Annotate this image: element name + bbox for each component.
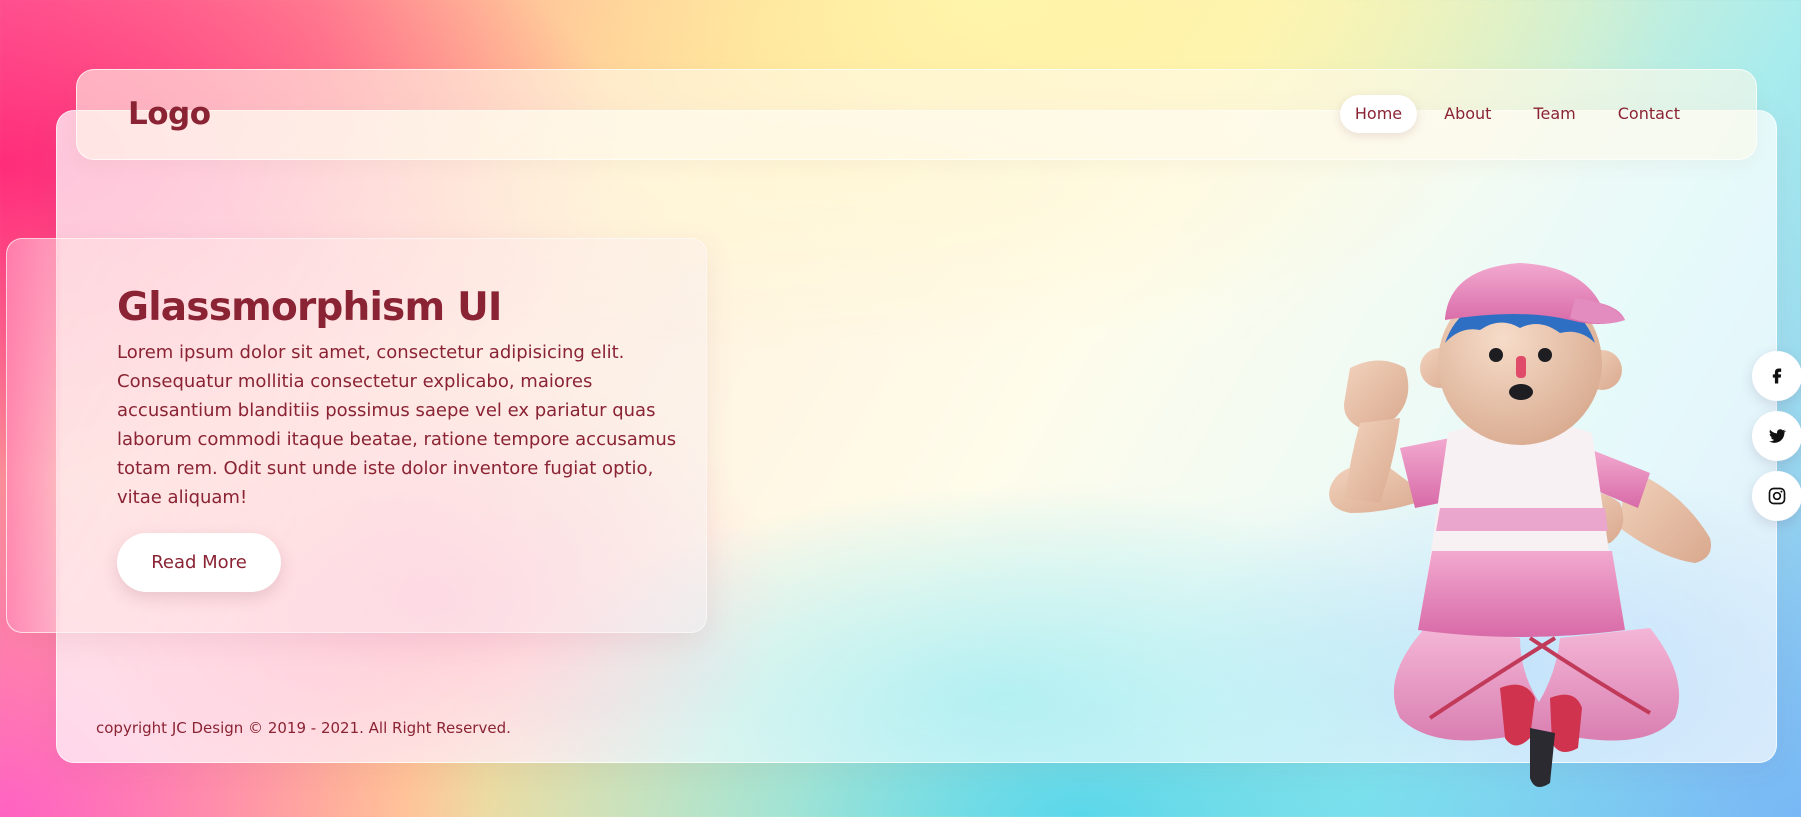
instagram-icon	[1768, 487, 1786, 505]
logo[interactable]: Logo	[128, 96, 211, 132]
hero-description: Lorem ipsum dolor sit amet, consectetur …	[117, 342, 677, 508]
navbar: Logo Home About Team Contact	[76, 69, 1757, 160]
read-more-button[interactable]: Read More	[117, 533, 281, 592]
hero-card: Glassmorphism UI Lorem ipsum dolor sit a…	[6, 238, 707, 633]
nav-home[interactable]: Home	[1339, 95, 1418, 133]
hero-card-edge	[7, 239, 62, 632]
nav-contact[interactable]: Contact	[1603, 95, 1695, 133]
nav-team[interactable]: Team	[1518, 95, 1590, 133]
nav-about[interactable]: About	[1429, 95, 1506, 133]
character-illustration	[1329, 263, 1711, 787]
twitter-icon	[1769, 429, 1787, 443]
instagram-button[interactable]	[1752, 471, 1801, 521]
facebook-icon	[1772, 368, 1782, 384]
facebook-button[interactable]	[1752, 351, 1801, 401]
twitter-button[interactable]	[1752, 411, 1801, 461]
copyright-text: copyright JC Design © 2019 - 2021. All R…	[96, 719, 511, 737]
nav-links: Home About Team Contact	[1339, 95, 1695, 133]
hero-title: Glassmorphism UI	[117, 285, 502, 330]
